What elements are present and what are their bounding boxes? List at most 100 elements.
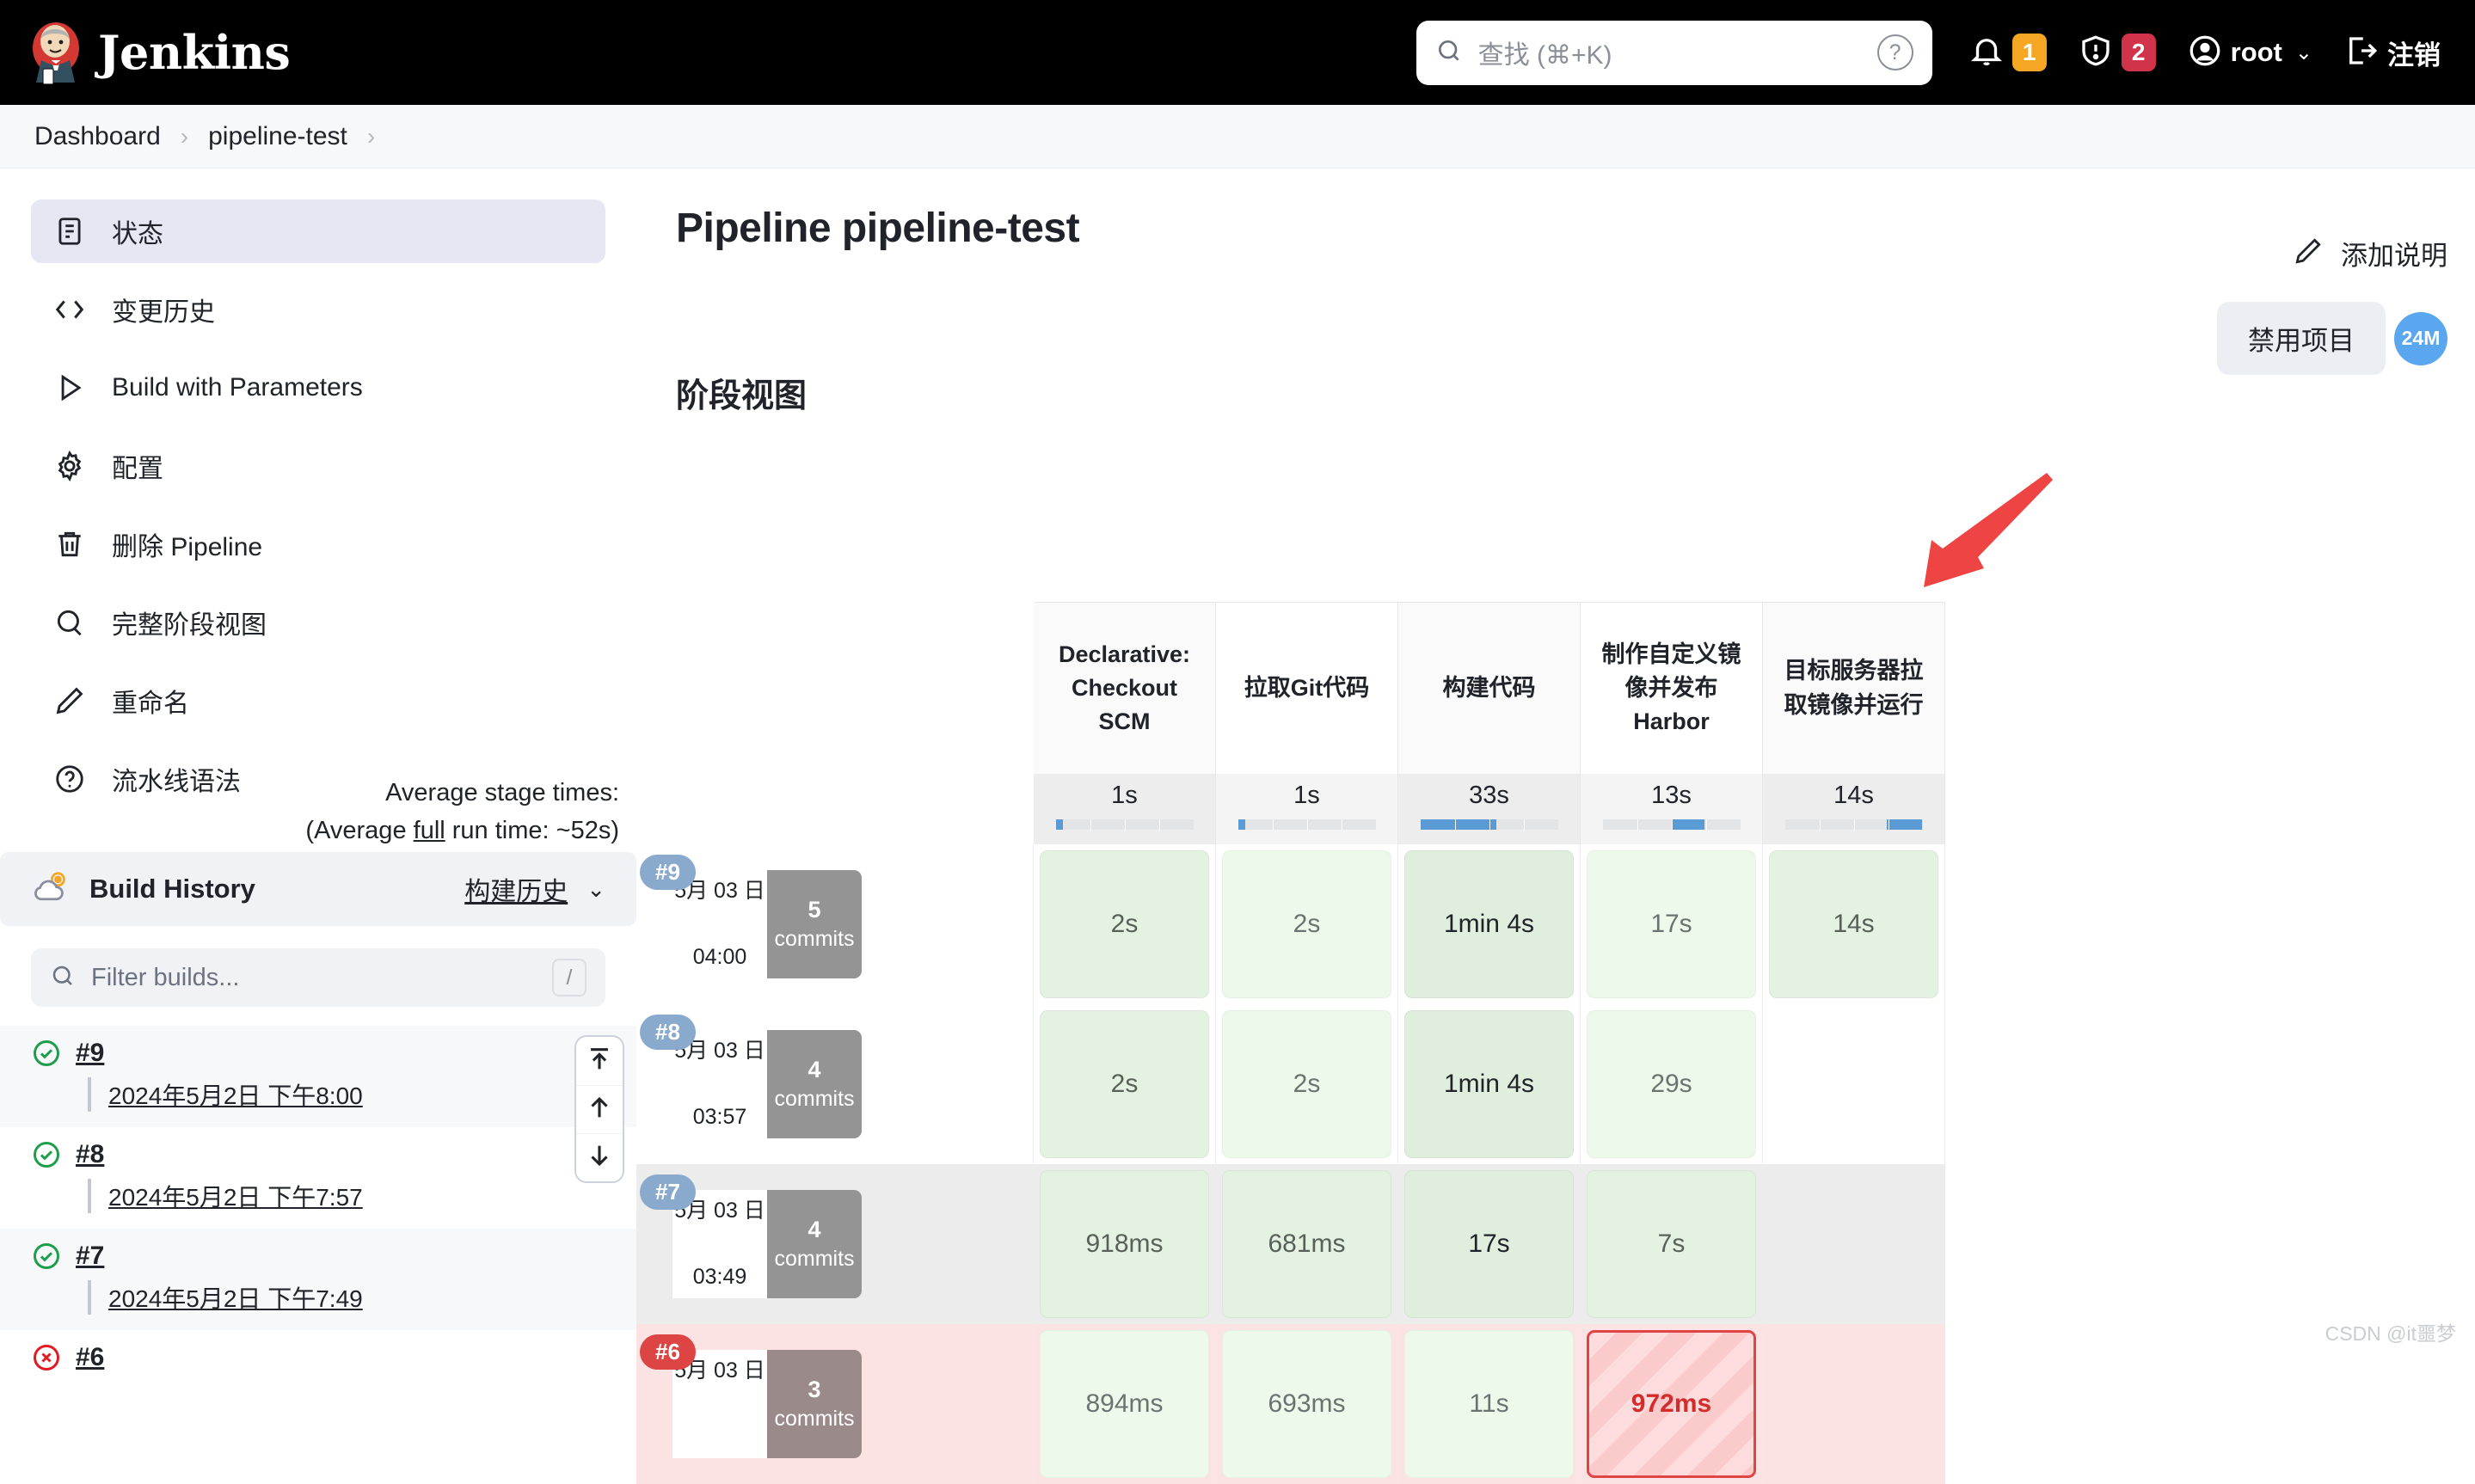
stage-cell-duration: 681ms [1222, 1170, 1391, 1318]
list-item[interactable]: #8 2024年5月2日 下午7:57 [0, 1127, 636, 1229]
sidebar-item-build-with-parameters[interactable]: Build with Parameters [31, 356, 605, 420]
run-commits-count: 3 [808, 1375, 820, 1405]
run-commits-label: commits [774, 1245, 854, 1273]
scroll-to-top-button[interactable] [576, 1037, 623, 1085]
disable-project-button[interactable]: 禁用项目 [2217, 302, 2386, 375]
run-id-badge[interactable]: #9 [640, 855, 696, 890]
arrow-up-icon [585, 1093, 614, 1126]
list-item[interactable]: #7 2024年5月2日 下午7:49 [0, 1229, 636, 1330]
build-id-link[interactable]: #7 [76, 1242, 104, 1271]
stage-cell[interactable]: 918ms [1034, 1164, 1216, 1324]
stage-cell-empty [1763, 1324, 1945, 1484]
stage-cell[interactable]: 894ms [1034, 1324, 1216, 1484]
stage-cell[interactable]: 1min 4s [1398, 844, 1581, 1004]
stage-average-time: 14s [1763, 782, 1944, 810]
build-date-link[interactable]: 2024年5月2日 下午7:57 [88, 1179, 605, 1213]
build-date-link[interactable]: 2024年5月2日 下午8:00 [88, 1077, 605, 1112]
sidebar-item-label: 删除 Pipeline [112, 525, 262, 563]
page-title: Pipeline pipeline-test [676, 205, 2475, 252]
user-avatar-icon [2187, 33, 2223, 73]
build-health-badge: 24M [2394, 312, 2447, 365]
sidebar-item-status[interactable]: 状态 [31, 199, 605, 263]
stage-cell[interactable]: 2s [1034, 1004, 1216, 1164]
shield-alert-icon [2078, 33, 2114, 73]
top-bar-right-group: 查找 (⌘+K) ? 1 2 [1416, 0, 2441, 105]
scroll-up-button[interactable] [576, 1085, 623, 1133]
code-icon [53, 293, 86, 326]
run-id-badge[interactable]: #6 [640, 1334, 696, 1370]
stage-grid: Declarative: Checkout SCM 拉取Git代码 构建代码 制… [636, 602, 1945, 1484]
sidebar-item-changes[interactable]: 变更历史 [31, 278, 605, 341]
sidebar-item-configure[interactable]: 配置 [31, 434, 605, 498]
stage-cell[interactable]: 17s [1581, 844, 1763, 1004]
list-item[interactable]: #9 2024年5月2日 下午8:00 [0, 1026, 636, 1127]
breadcrumb-item-pipeline-test[interactable]: pipeline-test [201, 122, 354, 151]
stage-cell[interactable]: 14s [1763, 844, 1945, 1004]
help-circle-icon[interactable]: ? [1877, 34, 1913, 71]
scroll-down-button[interactable] [576, 1133, 623, 1181]
build-history-link[interactable]: 构建历史 [464, 870, 568, 908]
stage-duration-bar [1603, 819, 1741, 830]
run-id-badge[interactable]: #7 [640, 1174, 696, 1210]
stage-average-cell: 33s [1398, 774, 1581, 844]
stage-cell[interactable]: 29s [1581, 1004, 1763, 1164]
table-row[interactable]: #8 5月 03 日 03:57 4 commits 2s 2s 1min 4s… [636, 1004, 1945, 1164]
run-id-badge[interactable]: #8 [640, 1015, 696, 1050]
stage-cell-duration: 894ms [1040, 1330, 1209, 1478]
breadcrumb-item-dashboard[interactable]: Dashboard [28, 122, 168, 151]
table-row[interactable]: #7 5月 03 日 03:49 4 commits 918ms 681ms 1… [636, 1164, 1945, 1324]
security-warnings-button[interactable]: 2 [2078, 33, 2156, 73]
stage-average-time: 13s [1581, 782, 1762, 810]
run-info-box: 5月 03 日 03:49 4 commits [672, 1190, 1033, 1298]
stage-cell[interactable]: 693ms [1216, 1324, 1398, 1484]
run-commits-box[interactable]: 3 commits [767, 1350, 862, 1458]
run-commits-label: commits [774, 925, 854, 954]
stage-cell-duration: 1min 4s [1404, 850, 1574, 998]
stage-cell-failed[interactable]: 972ms [1581, 1324, 1763, 1484]
stage-cell[interactable]: 2s [1034, 844, 1216, 1004]
build-date-link[interactable]: 2024年5月2日 下午7:49 [88, 1280, 605, 1315]
brand-title: Jenkins [98, 25, 290, 80]
run-commits-box[interactable]: 4 commits [767, 1190, 862, 1298]
check-circle-icon [31, 1139, 62, 1170]
table-row[interactable]: #6 5月 03 日 3 commits 894ms 693ms 11s 972… [636, 1324, 1945, 1484]
sidebar: 状态 变更历史 Build with Parameters [0, 169, 636, 1358]
build-id-link[interactable]: #9 [76, 1039, 104, 1068]
run-commits-box[interactable]: 4 commits [767, 1030, 862, 1138]
stage-cell[interactable]: 17s [1398, 1164, 1581, 1324]
jenkins-brand-link[interactable]: Jenkins [29, 21, 290, 84]
search-placeholder: 查找 (⌘+K) [1478, 34, 1862, 71]
pencil-icon [53, 684, 86, 717]
run-commits-box[interactable]: 5 commits [767, 870, 862, 978]
stage-cell[interactable]: 2s [1216, 1004, 1398, 1164]
notifications-button[interactable]: 1 [1968, 33, 2047, 73]
sidebar-item-full-stage-view[interactable]: 完整阶段视图 [31, 591, 605, 654]
stage-cell[interactable]: 11s [1398, 1324, 1581, 1484]
filter-builds-input[interactable]: Filter builds... / [31, 948, 605, 1007]
build-id-link[interactable]: #8 [76, 1140, 104, 1169]
stage-cell[interactable]: 1min 4s [1398, 1004, 1581, 1164]
stage-header-cell: 目标服务器拉取镜像并运行 [1763, 602, 1945, 774]
stage-header-row: Declarative: Checkout SCM 拉取Git代码 构建代码 制… [636, 602, 1945, 774]
sidebar-item-rename[interactable]: 重命名 [31, 669, 605, 733]
search-input[interactable]: 查找 (⌘+K) ? [1416, 21, 1932, 85]
sidebar-item-delete-pipeline[interactable]: 删除 Pipeline [31, 512, 605, 576]
user-menu-button[interactable]: root ⌄ [2187, 33, 2312, 73]
stage-cell-duration: 17s [1587, 850, 1756, 998]
stage-cell[interactable]: 2s [1216, 844, 1398, 1004]
stage-average-cell: 1s [1034, 774, 1216, 844]
add-description-button[interactable]: 添加说明 [2293, 234, 2447, 273]
table-row[interactable]: #9 5月 03 日 04:00 5 commits 2s 2s 1min 4s… [636, 844, 1945, 1004]
build-id-link[interactable]: #6 [76, 1343, 104, 1372]
run-commits-label: commits [774, 1085, 854, 1113]
logout-button[interactable]: 注销 [2343, 33, 2441, 73]
stage-cell[interactable]: 681ms [1216, 1164, 1398, 1324]
stage-cell-duration: 7s [1587, 1170, 1756, 1318]
chevron-down-icon[interactable]: ⌄ [587, 876, 605, 903]
stage-cell[interactable]: 7s [1581, 1164, 1763, 1324]
list-item[interactable]: #6 [0, 1330, 636, 1389]
search-icon [50, 963, 76, 993]
gear-icon [53, 450, 86, 482]
sidebar-item-label: 变更历史 [112, 291, 215, 328]
help-circle-icon [53, 763, 86, 795]
